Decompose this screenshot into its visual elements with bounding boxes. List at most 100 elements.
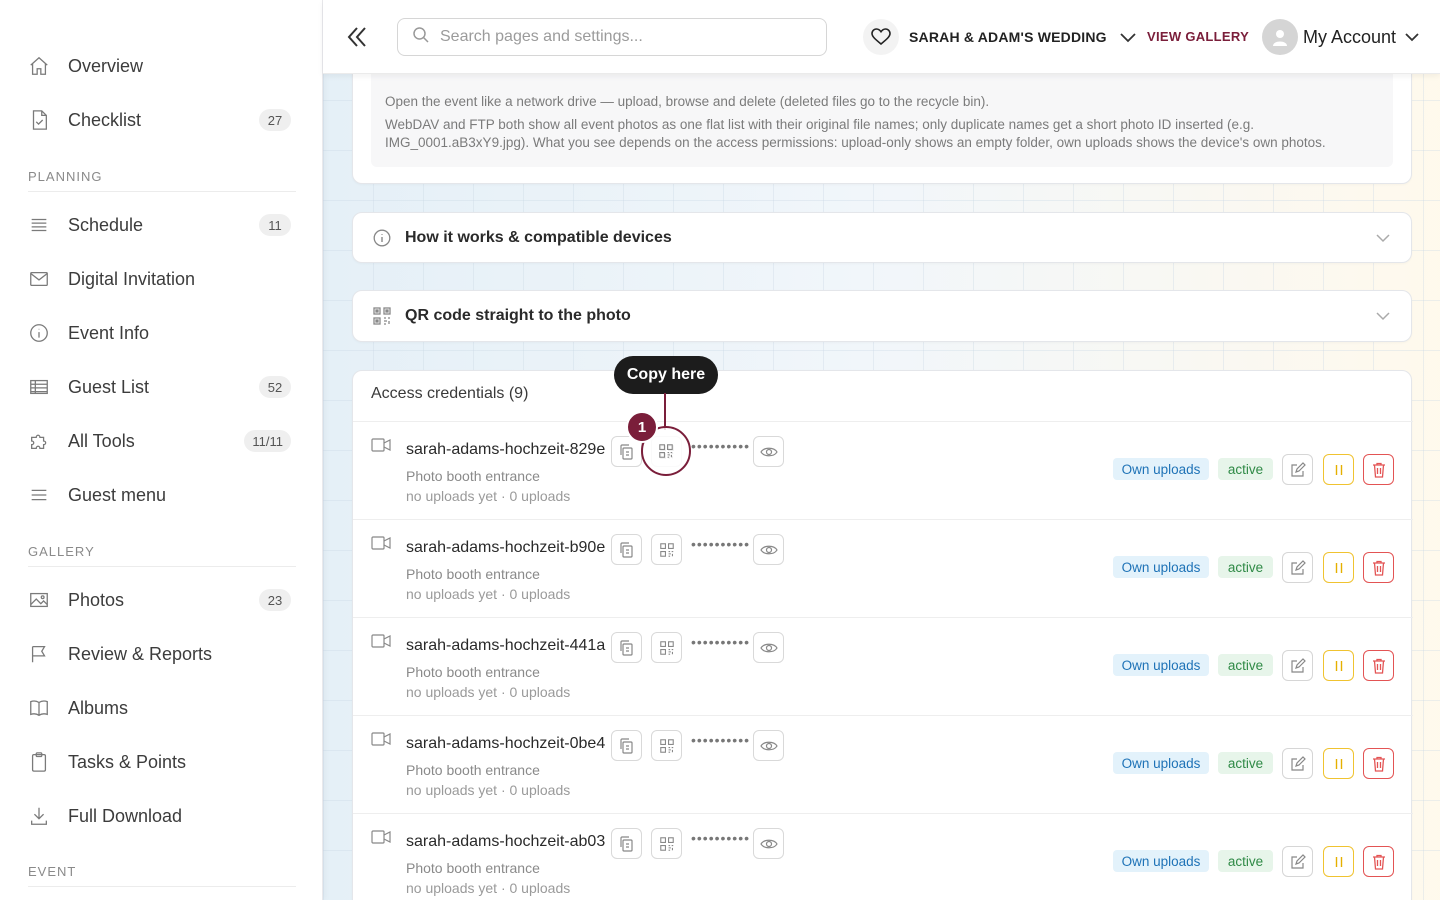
search-input[interactable]	[440, 28, 800, 46]
reveal-password-button[interactable]	[753, 436, 784, 467]
pause-button[interactable]	[1323, 454, 1354, 485]
sidebar-item-label: Review & Reports	[68, 643, 213, 664]
search-icon	[412, 26, 430, 49]
chevron-down-icon	[1375, 231, 1391, 249]
flag-icon	[28, 642, 60, 666]
eye-icon	[759, 838, 778, 850]
camera-icon	[371, 438, 391, 457]
edit-button[interactable]	[1282, 650, 1313, 681]
password-mask: ••••••••••	[691, 634, 751, 650]
chevron-down-icon	[1375, 309, 1391, 327]
show-qr-button[interactable]	[651, 730, 682, 761]
credentials-header: Access credentials (9)	[371, 385, 529, 402]
search-box	[397, 18, 827, 56]
eye-icon	[759, 642, 778, 654]
permission-badge: Own uploads	[1113, 458, 1209, 480]
edit-button[interactable]	[1282, 748, 1313, 779]
qr-code-accordion[interactable]: QR code straight to the photo	[352, 290, 1412, 342]
info-icon	[373, 229, 391, 247]
puzzle-icon	[28, 429, 60, 453]
show-qr-button[interactable]	[651, 534, 682, 565]
sidebar-item-label: Full Download	[68, 805, 183, 826]
sidebar-item-schedule[interactable]: Schedule 11	[28, 205, 291, 245]
copy-icon	[619, 541, 634, 558]
trash-icon	[1372, 560, 1386, 576]
sidebar-item-tasks-points[interactable]: Tasks & Points	[28, 742, 291, 782]
password-mask: ••••••••••	[691, 536, 751, 552]
edit-button[interactable]	[1282, 454, 1313, 485]
sidebar-item-review-reports[interactable]: Review & Reports	[28, 634, 291, 674]
reveal-password-button[interactable]	[753, 632, 784, 663]
credential-row: sarah-adams-hochzeit-829e Photo booth en…	[353, 421, 1413, 519]
eye-icon	[759, 446, 778, 458]
delete-button[interactable]	[1363, 552, 1394, 583]
edit-button[interactable]	[1282, 846, 1313, 877]
accordion-title: How it works & compatible devices	[405, 228, 672, 246]
tooltip-connector	[664, 393, 666, 430]
pause-button[interactable]	[1323, 650, 1354, 681]
camera-icon	[371, 536, 391, 555]
schedule-icon	[28, 213, 60, 237]
sidebar-item-guest-list[interactable]: Guest List 52	[28, 367, 291, 407]
copy-icon	[619, 639, 634, 656]
delete-button[interactable]	[1363, 846, 1394, 877]
credential-location: Photo booth entrance	[406, 762, 540, 778]
pause-icon	[1334, 562, 1344, 574]
sidebar-item-event-info[interactable]: Event Info	[28, 313, 291, 353]
credential-upload-stats: no uploads yet · 0 uploads	[406, 880, 571, 896]
password-mask: ••••••••••	[691, 830, 751, 846]
credential-upload-stats: no uploads yet · 0 uploads	[406, 782, 571, 798]
download-icon	[28, 804, 60, 828]
permission-badge: Own uploads	[1113, 752, 1209, 774]
credential-row: sarah-adams-hochzeit-ab03 Photo booth en…	[353, 813, 1413, 900]
collapse-sidebar-icon[interactable]	[345, 24, 369, 50]
sidebar-item-digital-invitation[interactable]: Digital Invitation	[28, 259, 291, 299]
edit-button[interactable]	[1282, 552, 1313, 583]
sidebar-item-overview[interactable]: Overview	[28, 46, 291, 86]
sidebar-item-checklist[interactable]: Checklist 27	[28, 100, 291, 140]
credential-location: Photo booth entrance	[406, 566, 540, 582]
show-qr-button[interactable]	[651, 632, 682, 663]
camera-icon	[371, 830, 391, 849]
pause-button[interactable]	[1323, 846, 1354, 877]
account-menu[interactable]: My Account	[1262, 18, 1420, 56]
copy-username-button[interactable]	[611, 534, 642, 565]
how-it-works-accordion[interactable]: How it works & compatible devices	[352, 212, 1412, 263]
credential-username: sarah-adams-hochzeit-b90e	[406, 539, 606, 556]
trash-icon	[1372, 854, 1386, 870]
clipboard-icon	[28, 750, 60, 774]
camera-icon	[371, 732, 391, 751]
table-icon	[28, 375, 60, 399]
count-badge: 23	[259, 589, 291, 611]
credential-location: Photo booth entrance	[406, 664, 540, 680]
copy-username-button[interactable]	[611, 632, 642, 663]
delete-button[interactable]	[1363, 748, 1394, 779]
delete-button[interactable]	[1363, 454, 1394, 485]
sidebar-item-label: Guest List	[68, 376, 150, 397]
qr-code-icon	[659, 738, 674, 753]
chevron-down-icon	[1404, 32, 1420, 42]
event-switcher[interactable]: SARAH & ADAM'S WEDDING	[863, 19, 1137, 55]
reveal-password-button[interactable]	[753, 730, 784, 761]
sidebar-item-full-download[interactable]: Full Download	[28, 796, 291, 836]
copy-username-button[interactable]	[611, 730, 642, 761]
pause-button[interactable]	[1323, 552, 1354, 583]
sidebar-item-photos[interactable]: Photos 23	[28, 580, 291, 620]
credential-row: sarah-adams-hochzeit-441a Photo booth en…	[353, 617, 1413, 715]
pause-button[interactable]	[1323, 748, 1354, 779]
sidebar-item-guest-menu[interactable]: Guest menu	[28, 475, 291, 515]
credential-username: sarah-adams-hochzeit-441a	[406, 637, 606, 654]
status-badge: active	[1218, 556, 1273, 578]
sidebar-item-albums[interactable]: Albums	[28, 688, 291, 728]
copy-username-button[interactable]	[611, 828, 642, 859]
copy-icon	[619, 835, 634, 852]
view-gallery-link[interactable]: VIEW GALLERY	[1147, 29, 1249, 44]
sidebar-item-label: Guest menu	[68, 484, 167, 505]
sidebar-item-all-tools[interactable]: All Tools 11/11	[28, 421, 291, 461]
count-badge: 11	[259, 214, 291, 236]
credential-row: sarah-adams-hochzeit-0be4 Photo booth en…	[353, 715, 1413, 813]
show-qr-button[interactable]	[651, 828, 682, 859]
delete-button[interactable]	[1363, 650, 1394, 681]
reveal-password-button[interactable]	[753, 534, 784, 565]
reveal-password-button[interactable]	[753, 828, 784, 859]
